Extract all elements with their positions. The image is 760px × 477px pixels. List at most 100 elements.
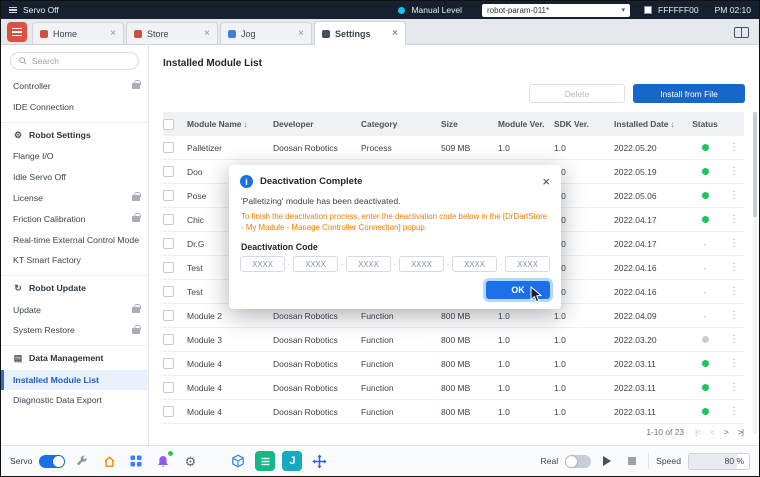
- move-button[interactable]: [309, 451, 329, 471]
- tab-close-icon[interactable]: ×: [110, 29, 116, 39]
- install-from-file-button[interactable]: Install from File: [633, 84, 745, 103]
- play-button[interactable]: [598, 452, 616, 470]
- select-all-checkbox[interactable]: [163, 119, 174, 130]
- tab-close-icon[interactable]: ×: [204, 29, 210, 39]
- row-checkbox[interactable]: [163, 358, 174, 369]
- notifications-button[interactable]: [153, 451, 173, 471]
- deactivation-code-box[interactable]: XXXX: [346, 256, 391, 272]
- sidebar-item-ide-connection[interactable]: IDE Connection: [1, 97, 148, 118]
- chevron-down-icon: ▾: [621, 6, 625, 14]
- row-menu-icon[interactable]: ⋮: [729, 142, 739, 153]
- task-list-button[interactable]: [255, 451, 275, 471]
- row-menu-icon[interactable]: ⋮: [729, 382, 739, 393]
- column-header-module-ver[interactable]: Module Ver.: [498, 119, 554, 129]
- tab-home[interactable]: Home×: [32, 22, 124, 44]
- last-page-button[interactable]: >|: [738, 427, 743, 437]
- sort-desc-icon[interactable]: ↓: [670, 119, 674, 129]
- parameter-dropdown[interactable]: robot-param-011* ▾: [482, 4, 630, 17]
- row-checkbox[interactable]: [163, 310, 174, 321]
- row-menu-icon[interactable]: ⋮: [729, 358, 739, 369]
- row-checkbox[interactable]: [163, 190, 174, 201]
- column-header-sdk-ver[interactable]: SDK Ver.: [554, 119, 614, 129]
- row-checkbox[interactable]: [163, 334, 174, 345]
- deactivation-code-box[interactable]: XXXX: [240, 256, 285, 272]
- delete-button[interactable]: Delete: [529, 84, 625, 103]
- table-row[interactable]: Module 3Doosan RoboticsFunction800 MB1.0…: [163, 328, 744, 352]
- row-menu-icon[interactable]: ⋮: [729, 166, 739, 177]
- tab-store[interactable]: Store×: [126, 22, 218, 44]
- tab-jog[interactable]: Jog×: [220, 22, 312, 44]
- sidebar-item-idle-servo-off[interactable]: Idle Servo Off: [1, 167, 148, 188]
- search-input[interactable]: Search: [10, 52, 139, 70]
- row-checkbox[interactable]: [163, 142, 174, 153]
- sidebar-item-friction-calibration[interactable]: Friction Calibration: [1, 209, 148, 230]
- home-button[interactable]: [99, 451, 119, 471]
- sidebar-item-robot-settings[interactable]: ⚙Robot Settings: [1, 122, 148, 146]
- sidebar-item-update[interactable]: Update: [1, 300, 148, 321]
- table-row[interactable]: Module 4Doosan RoboticsFunction800 MB1.0…: [163, 376, 744, 400]
- scrollbar-thumb[interactable]: [753, 112, 757, 217]
- sort-desc-icon[interactable]: ↓: [243, 119, 247, 129]
- table-row[interactable]: Module 4Doosan RoboticsFunction800 MB1.0…: [163, 352, 744, 376]
- sidebar-item-robot-update[interactable]: ↻Robot Update: [1, 275, 148, 299]
- table-row[interactable]: Module 4Doosan RoboticsFunction800 MB1.0…: [163, 400, 744, 424]
- row-menu-icon[interactable]: ⋮: [729, 238, 739, 249]
- sidebar-item-installed-module-list[interactable]: Installed Module List: [1, 370, 148, 391]
- row-menu-icon[interactable]: ⋮: [729, 310, 739, 321]
- close-icon[interactable]: ×: [542, 175, 550, 188]
- sidebar-item-diagnostic-data-export[interactable]: Diagnostic Data Export: [1, 390, 148, 411]
- row-checkbox[interactable]: [163, 382, 174, 393]
- row-menu-icon[interactable]: ⋮: [729, 262, 739, 273]
- row-checkbox[interactable]: [163, 406, 174, 417]
- sidebar-item-license[interactable]: License: [1, 188, 148, 209]
- row-checkbox[interactable]: [163, 238, 174, 249]
- stop-button[interactable]: [623, 452, 641, 470]
- row-checkbox[interactable]: [163, 166, 174, 177]
- row-menu-icon[interactable]: ⋮: [729, 406, 739, 417]
- sidebar-item-controller[interactable]: Controller: [1, 76, 148, 97]
- deactivation-code-box[interactable]: XXXX: [399, 256, 444, 272]
- deactivation-code-box[interactable]: XXXX: [505, 256, 550, 272]
- row-menu-icon[interactable]: ⋮: [729, 214, 739, 225]
- scrollbar-track[interactable]: [753, 112, 757, 434]
- sidebar-item-real-time-external-control-mode[interactable]: Real-time External Control Mode: [1, 230, 148, 251]
- split-view-icon[interactable]: [734, 27, 749, 38]
- sidebar-item-kt-smart-factory[interactable]: KT Smart Factory: [1, 250, 148, 271]
- cell-size: 800 MB: [441, 383, 498, 393]
- row-menu-icon[interactable]: ⋮: [729, 334, 739, 345]
- tool-settings-button[interactable]: [72, 451, 92, 471]
- speed-slider[interactable]: 80 %: [688, 453, 750, 470]
- sidebar-item-flange-i-o[interactable]: Flange I/O: [1, 146, 148, 167]
- workcell-button[interactable]: [228, 451, 248, 471]
- servo-toggle[interactable]: [39, 455, 65, 468]
- row-checkbox[interactable]: [163, 214, 174, 225]
- tab-close-icon[interactable]: ×: [298, 29, 304, 39]
- table-row[interactable]: PalletizerDoosan RoboticsProcess509 MB1.…: [163, 136, 744, 160]
- jog-button[interactable]: J: [282, 451, 302, 471]
- system-settings-button[interactable]: ⚙: [180, 451, 200, 471]
- row-checkbox[interactable]: [163, 262, 174, 273]
- row-menu-icon[interactable]: ⋮: [729, 190, 739, 201]
- deactivation-code-box[interactable]: XXXX: [293, 256, 338, 272]
- sidebar-item-system-restore[interactable]: System Restore: [1, 320, 148, 341]
- deactivation-code-box[interactable]: XXXX: [452, 256, 497, 272]
- tab-close-icon[interactable]: ×: [392, 29, 398, 39]
- row-menu-icon[interactable]: ⋮: [729, 286, 739, 297]
- next-page-button[interactable]: >: [724, 427, 728, 437]
- column-header-category[interactable]: Category: [361, 119, 441, 129]
- apps-button[interactable]: [126, 451, 146, 471]
- main-menu-button[interactable]: [7, 22, 27, 42]
- column-header-developer[interactable]: Developer: [273, 119, 361, 129]
- row-menu-cell: ⋮: [724, 190, 744, 201]
- status-menu-icon[interactable]: [9, 7, 17, 14]
- row-checkbox[interactable]: [163, 286, 174, 297]
- column-header-size[interactable]: Size: [441, 119, 498, 129]
- column-header-module-name[interactable]: Module Name↓: [187, 119, 273, 129]
- column-header-status[interactable]: Status: [686, 119, 724, 129]
- column-header-installed-date[interactable]: Installed Date↓: [614, 119, 686, 129]
- sidebar-item-label: Idle Servo Off: [13, 172, 140, 183]
- tab-settings[interactable]: Settings×: [314, 21, 406, 45]
- real-mode-toggle[interactable]: [565, 455, 591, 468]
- sidebar-item-data-management[interactable]: ▤Data Management: [1, 345, 148, 369]
- task-list-icon: [260, 456, 271, 467]
